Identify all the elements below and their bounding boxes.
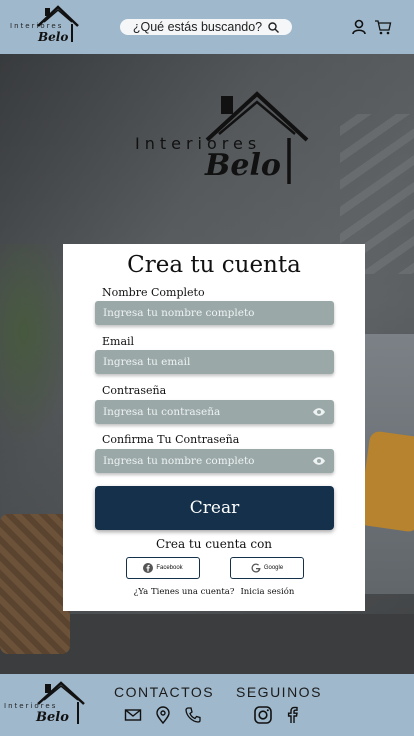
instagram-icon[interactable] bbox=[253, 705, 273, 725]
logo-brand: Belo bbox=[36, 710, 69, 725]
phone-icon[interactable] bbox=[184, 706, 202, 724]
hero-logo: Interiores Belo bbox=[133, 90, 313, 190]
search-placeholder: ¿Qué estás buscando? bbox=[132, 20, 263, 34]
eye-icon[interactable] bbox=[312, 455, 326, 467]
eye-icon[interactable] bbox=[312, 406, 326, 418]
mail-icon[interactable] bbox=[124, 706, 142, 724]
search-bar[interactable]: ¿Qué estás buscando? bbox=[120, 19, 292, 35]
register-card: Crea tu cuenta Nombre Completo Ingresa t… bbox=[63, 244, 365, 611]
logo-word: Interiores bbox=[4, 702, 58, 710]
logo-brand: Belo bbox=[38, 30, 69, 44]
cart-icon[interactable] bbox=[374, 18, 392, 36]
logo-brand: Belo bbox=[205, 148, 281, 183]
google-label: Google bbox=[263, 565, 284, 571]
search-icon bbox=[268, 21, 280, 33]
password-field[interactable]: Ingresa tu contraseña bbox=[95, 400, 334, 424]
name-placeholder: Ingresa tu nombre completo bbox=[103, 307, 255, 319]
name-field[interactable]: Ingresa tu nombre completo bbox=[95, 301, 334, 325]
location-icon[interactable] bbox=[154, 706, 172, 724]
login-prompt-row: ¿Ya Tienes una cuenta? Inicia sesión bbox=[63, 587, 365, 597]
login-link[interactable]: Inicia sesión bbox=[240, 587, 294, 597]
facebook-button[interactable]: Facebook bbox=[126, 557, 200, 579]
confirm-password-field[interactable]: Ingresa tu nombre completo bbox=[95, 449, 334, 473]
password-label: Contraseña bbox=[102, 384, 167, 397]
top-header: Interiores Belo ¿Qué estás buscando? bbox=[0, 0, 414, 54]
header-logo[interactable]: Interiores Belo bbox=[8, 4, 84, 48]
footer-logo[interactable]: Interiores Belo bbox=[4, 680, 88, 732]
email-field[interactable]: Ingresa tu email bbox=[95, 350, 334, 374]
email-placeholder: Ingresa tu email bbox=[103, 356, 191, 368]
facebook-icon bbox=[143, 563, 154, 573]
footer: Interiores Belo CONTACTOS SEGUINOS bbox=[0, 674, 414, 736]
user-icon[interactable] bbox=[350, 18, 368, 36]
email-label: Email bbox=[102, 335, 135, 348]
contacts-heading: CONTACTOS bbox=[114, 684, 215, 700]
google-icon bbox=[251, 563, 261, 573]
form-title: Crea tu cuenta bbox=[127, 252, 301, 278]
basket-image bbox=[0, 514, 70, 654]
follow-heading: SEGUINOS bbox=[236, 684, 322, 700]
name-label: Nombre Completo bbox=[102, 286, 205, 299]
create-button[interactable]: Crear bbox=[95, 486, 334, 530]
logo-word: Interiores bbox=[10, 22, 64, 30]
facebook-label: Facebook bbox=[156, 565, 183, 571]
confirm-password-label: Confirma Tu Contraseña bbox=[102, 433, 240, 446]
social-heading: Crea tu cuenta con bbox=[155, 537, 273, 551]
confirm-password-placeholder: Ingresa tu nombre completo bbox=[103, 455, 255, 467]
google-button[interactable]: Google bbox=[230, 557, 304, 579]
facebook-icon[interactable] bbox=[284, 706, 302, 724]
login-prompt: ¿Ya Tienes una cuenta? bbox=[133, 587, 235, 597]
password-placeholder: Ingresa tu contraseña bbox=[103, 406, 221, 418]
